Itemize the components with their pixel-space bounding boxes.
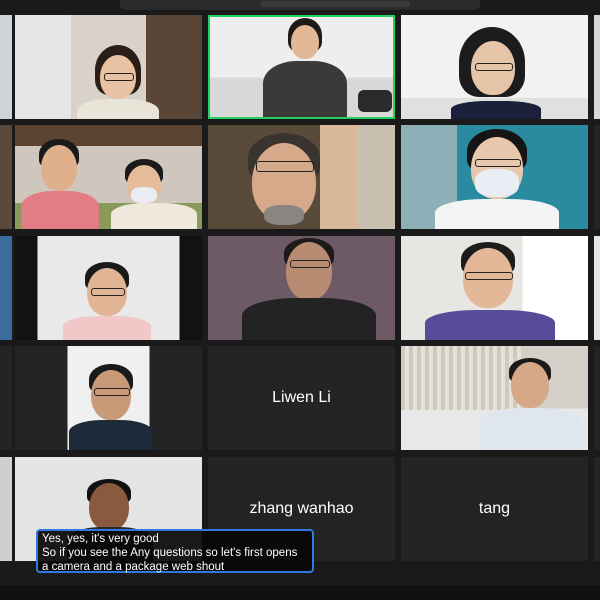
top-toolbar xyxy=(120,0,480,10)
live-captions[interactable]: Yes, yes, it's very good So if you see t… xyxy=(36,529,314,573)
video-tile-p8[interactable] xyxy=(208,236,395,340)
video-tile-p2[interactable] xyxy=(208,15,395,119)
video-tile-p10[interactable] xyxy=(15,346,202,450)
caption-line: Yes, yes, it's very good xyxy=(42,533,159,545)
video-tile-p9[interactable] xyxy=(401,236,588,340)
video-tile-p11[interactable]: Liwen Li xyxy=(208,346,395,450)
partial-video-tile xyxy=(0,236,12,340)
video-tile-p1[interactable] xyxy=(15,15,202,119)
video-tile-p6[interactable] xyxy=(401,125,588,229)
partial-video-tile xyxy=(594,236,600,340)
meeting-controls-bar xyxy=(0,585,600,600)
video-tile-p5[interactable] xyxy=(208,125,395,229)
partial-video-tile xyxy=(594,346,600,450)
partial-video-tile xyxy=(594,15,600,119)
partial-video-tile xyxy=(0,125,12,229)
caption-line: So if you see the Any questions so let's… xyxy=(42,547,298,559)
partial-video-tile xyxy=(594,125,600,229)
participant-name: tang xyxy=(478,500,511,517)
video-tile-p12[interactable] xyxy=(401,346,588,450)
partial-video-tile xyxy=(0,346,12,450)
video-tile-p3[interactable] xyxy=(401,15,588,119)
video-tile-p4[interactable] xyxy=(15,125,202,229)
meeting-info-pill[interactable] xyxy=(260,1,410,7)
caption-line: a camera and a package web shout xyxy=(42,561,225,573)
video-tile-p15[interactable]: tang xyxy=(401,457,588,561)
video-tile-p7[interactable] xyxy=(15,236,202,340)
partial-video-tile xyxy=(594,457,600,561)
partial-video-tile xyxy=(0,457,12,561)
participant-name: Liwen Li xyxy=(272,389,331,406)
partial-video-tile xyxy=(0,15,12,119)
